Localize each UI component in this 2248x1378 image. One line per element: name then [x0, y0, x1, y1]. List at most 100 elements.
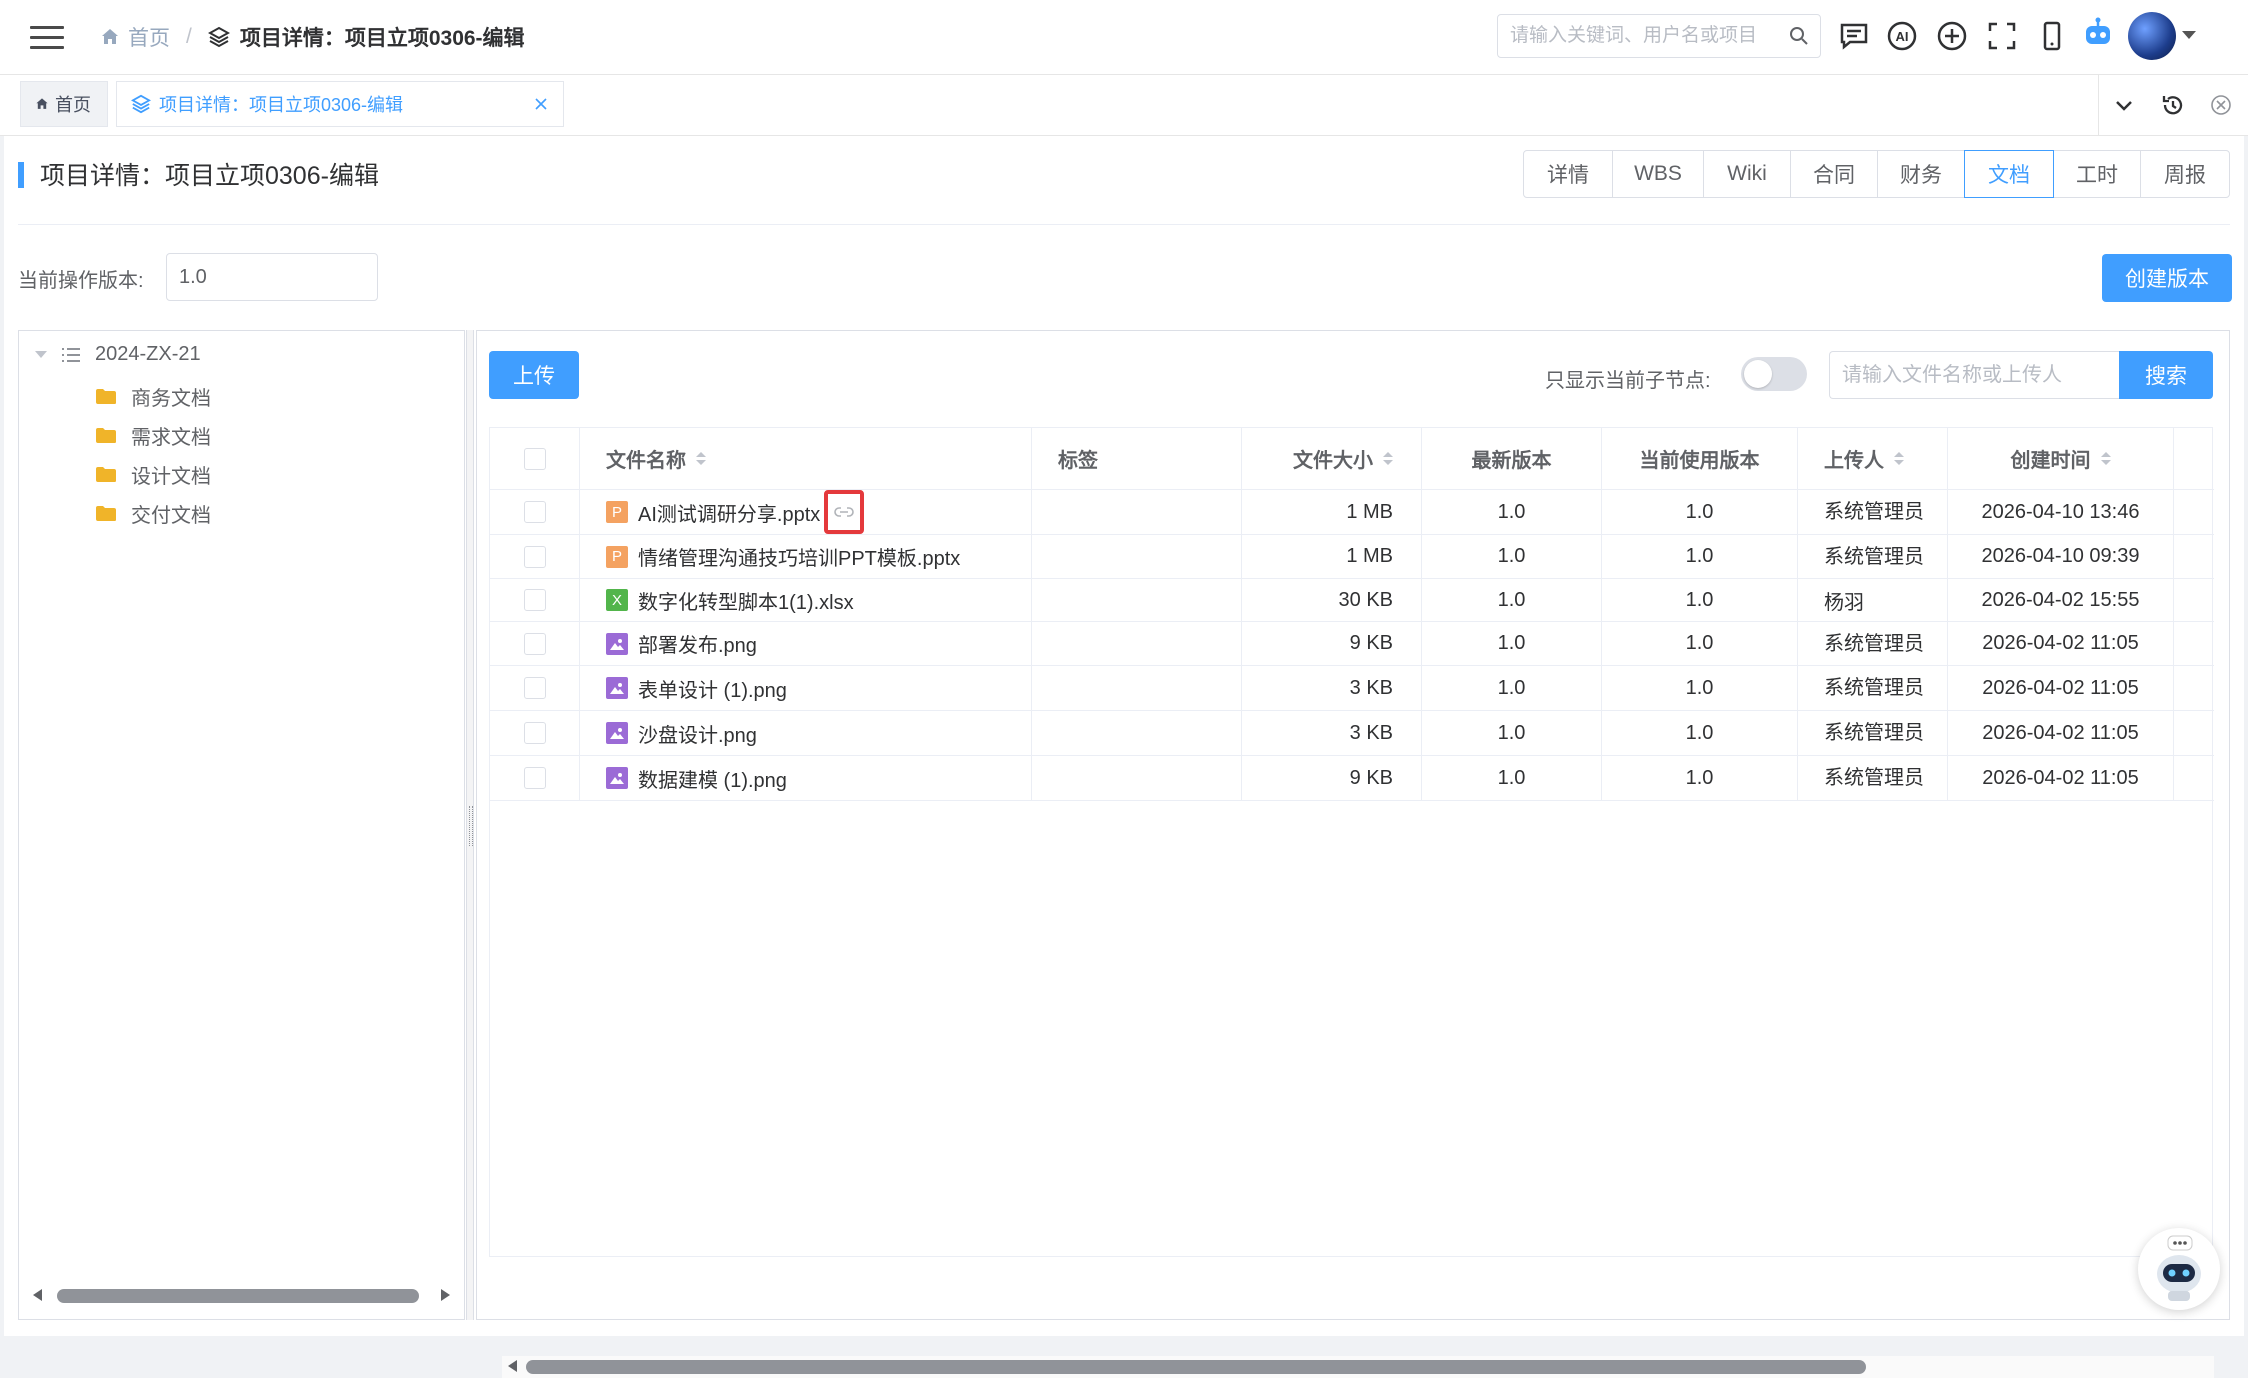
robot-assistant-icon[interactable]	[2080, 16, 2116, 52]
tags-dropdown-icon[interactable]	[2098, 75, 2149, 135]
scroll-left-icon[interactable]	[33, 1289, 42, 1301]
file-name[interactable]: 部署发布.png	[638, 629, 757, 658]
tree-root-node[interactable]: 2024-ZX-21	[35, 343, 201, 366]
tree-node-delivery-docs[interactable]: 交付文档	[95, 499, 211, 528]
file-name[interactable]: 数据建模 (1).png	[638, 764, 787, 793]
table-row[interactable]: 数据建模 (1).png 9 KB 1.0 1.0 系统管理员 2026-04-02 11…	[490, 756, 2214, 801]
history-icon[interactable]	[2150, 75, 2196, 135]
close-tag-icon[interactable]	[531, 94, 551, 114]
tag-cell	[1032, 666, 1242, 710]
sort-icon[interactable]	[2100, 452, 2111, 465]
tree-node-requirements-docs[interactable]: 需求文档	[95, 421, 211, 450]
tab-contract[interactable]: 合同	[1790, 150, 1878, 198]
header-file-name[interactable]: 文件名称	[580, 428, 1032, 489]
table-row[interactable]: P AI测试调研分享.pptx 1 MB 1.0 1.0 系统管理员 2026-04-10 …	[490, 490, 2214, 535]
user-avatar[interactable]	[2128, 12, 2176, 60]
tag-project-detail[interactable]: 项目详情：项目立项0306-编辑	[116, 81, 564, 127]
file-name[interactable]: 沙盘设计.png	[638, 719, 757, 748]
tag-home[interactable]: 首页	[20, 81, 108, 127]
tab-finance[interactable]: 财务	[1877, 150, 1965, 198]
tab-weekly-report[interactable]: 周报	[2140, 150, 2230, 198]
tree-horizontal-scrollbar[interactable]	[23, 1285, 460, 1305]
tree-node-design-docs[interactable]: 设计文档	[95, 460, 211, 489]
row-checkbox[interactable]	[523, 545, 546, 568]
menu-toggle-icon[interactable]	[30, 26, 64, 50]
table-row[interactable]: X 数字化转型脚本1(1).xlsx 30 KB 1.0 1.0 杨羽 2026-04-02…	[490, 579, 2214, 622]
pptx-file-icon: P	[606, 501, 628, 523]
scroll-right-icon[interactable]	[441, 1289, 450, 1301]
close-all-tags-icon[interactable]	[2198, 75, 2244, 135]
table-row[interactable]: P 情绪管理沟通技巧培训PPT模板.pptx 1 MB 1.0 1.0 系统管理员 2026…	[490, 535, 2214, 579]
upload-button[interactable]: 上传	[489, 351, 579, 399]
row-checkbox[interactable]	[523, 722, 546, 744]
file-name-cell[interactable]: 表单设计 (1).png	[580, 666, 1032, 710]
created-time-cell: 2026-04-02 11:05	[1948, 711, 2174, 755]
select-all-checkbox[interactable]	[523, 447, 546, 470]
scroll-left-icon[interactable]	[508, 1360, 517, 1372]
title-accent-bar	[18, 162, 24, 188]
file-name[interactable]: 表单设计 (1).png	[638, 674, 787, 703]
breadcrumb-home[interactable]: 首页	[128, 22, 170, 52]
global-search-input[interactable]	[1498, 15, 1782, 57]
search-icon[interactable]	[1788, 25, 1810, 47]
file-size-cell: 1 MB	[1242, 490, 1422, 534]
avatar-dropdown-icon[interactable]	[2182, 31, 2196, 39]
tab-details[interactable]: 详情	[1523, 150, 1613, 198]
tree-node-business-docs[interactable]: 商务文档	[95, 382, 211, 411]
file-name-cell[interactable]: X 数字化转型脚本1(1).xlsx	[580, 579, 1032, 621]
tree-node-label: 交付文档	[131, 505, 211, 527]
file-name-cell[interactable]: P 情绪管理沟通技巧培训PPT模板.pptx	[580, 535, 1032, 578]
search-button[interactable]: 搜索	[2119, 351, 2213, 399]
chatbot-assistant-button[interactable]	[2138, 1228, 2220, 1310]
file-name-cell[interactable]: 沙盘设计.png	[580, 711, 1032, 755]
row-checkbox[interactable]	[523, 632, 546, 655]
add-circle-icon[interactable]	[1936, 20, 1968, 52]
row-checkbox[interactable]	[523, 501, 546, 523]
sort-icon[interactable]	[1383, 452, 1393, 465]
scrollbar-thumb[interactable]	[57, 1289, 419, 1303]
file-name-cell[interactable]: 部署发布.png	[580, 622, 1032, 665]
header-select-cell	[490, 428, 580, 489]
mobile-icon[interactable]	[2036, 20, 2068, 52]
ai-icon[interactable]: AI	[1886, 20, 1918, 52]
row-checkbox[interactable]	[523, 589, 546, 611]
tab-documents[interactable]: 文档	[1964, 150, 2054, 198]
row-checkbox[interactable]	[523, 767, 546, 789]
panel-splitter[interactable]	[466, 330, 474, 1320]
table-row[interactable]: 部署发布.png 9 KB 1.0 1.0 系统管理员 2026-04-02 11:05	[490, 622, 2214, 666]
sort-icon[interactable]	[696, 452, 706, 465]
tab-wiki[interactable]: Wiki	[1703, 150, 1791, 198]
expand-arrow-icon[interactable]	[35, 351, 47, 358]
row-checkbox[interactable]	[523, 677, 546, 699]
file-name[interactable]: 情绪管理沟通技巧培训PPT模板.pptx	[638, 542, 960, 571]
file-name-cell[interactable]: 数据建模 (1).png	[580, 756, 1032, 800]
header-created-time[interactable]: 创建时间	[1948, 428, 2174, 489]
image-file-icon	[606, 722, 628, 744]
fullscreen-icon[interactable]	[1986, 20, 2018, 52]
global-search[interactable]	[1497, 14, 1821, 58]
link-icon[interactable]	[824, 490, 865, 534]
tab-worktime[interactable]: 工时	[2053, 150, 2141, 198]
table-horizontal-scrollbar[interactable]	[502, 1356, 2214, 1378]
message-icon[interactable]	[1838, 20, 1870, 52]
table-row[interactable]: 表单设计 (1).png 3 KB 1.0 1.0 系统管理员 2026-04-02 11…	[490, 666, 2214, 711]
breadcrumb-current: 项目详情：项目立项0306-编辑	[239, 27, 525, 50]
created-time-cell: 2026-04-02 11:05	[1948, 756, 2174, 800]
file-search-input[interactable]	[1829, 351, 2119, 399]
tab-wbs[interactable]: WBS	[1612, 150, 1704, 198]
scrollbar-thumb[interactable]	[526, 1360, 1866, 1374]
file-name[interactable]: 数字化转型脚本1(1).xlsx	[638, 586, 854, 615]
file-name-cell[interactable]: P AI测试调研分享.pptx	[580, 490, 1032, 534]
uploader-cell: 系统管理员	[1798, 622, 1948, 665]
sort-icon[interactable]	[1894, 452, 1904, 465]
version-input[interactable]	[166, 253, 378, 301]
header-uploader[interactable]: 上传人	[1798, 428, 1948, 489]
create-version-button[interactable]: 创建版本	[2102, 254, 2232, 302]
created-time-cell: 2026-04-02 11:05	[1948, 622, 2174, 665]
tree-node-label: 需求文档	[131, 427, 211, 449]
header-file-size[interactable]: 文件大小	[1242, 428, 1422, 489]
folder-icon	[96, 389, 116, 404]
file-name[interactable]: AI测试调研分享.pptx	[638, 498, 820, 527]
only-current-node-switch[interactable]	[1741, 357, 1807, 391]
table-row[interactable]: 沙盘设计.png 3 KB 1.0 1.0 系统管理员 2026-04-02 11:05	[490, 711, 2214, 756]
